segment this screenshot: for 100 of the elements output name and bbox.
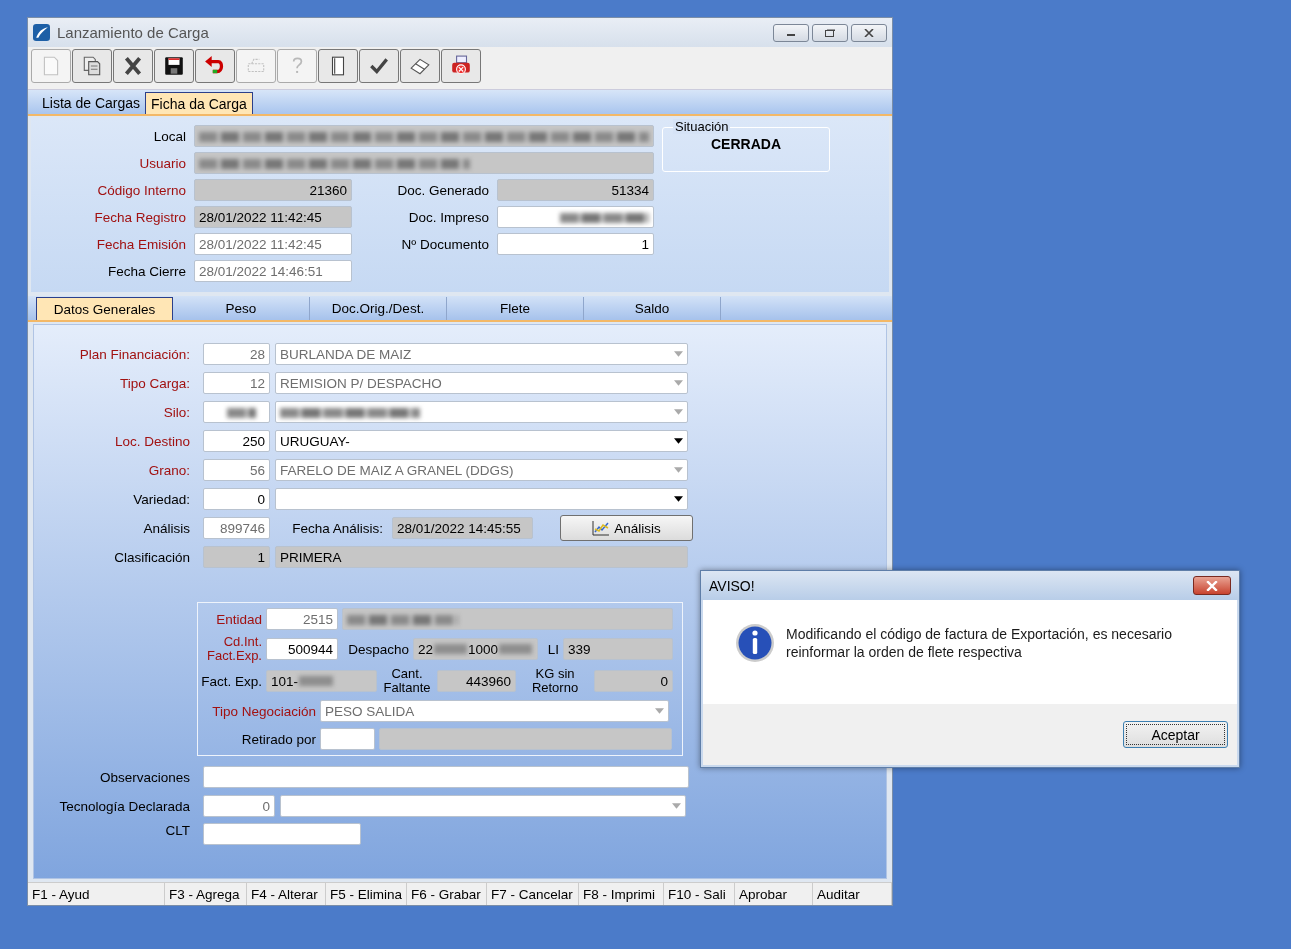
status-bar-item[interactable]: F6 - Grabar: [407, 883, 487, 905]
tab[interactable]: Lista de Cargas: [37, 92, 146, 114]
dropdown[interactable]: PESO SALIDA: [320, 700, 669, 722]
text-field[interactable]: 1: [497, 233, 654, 255]
app-icon: [33, 24, 50, 41]
caret-icon: [674, 409, 683, 415]
info-icon: [735, 623, 775, 663]
caret-icon: [674, 351, 683, 357]
text-field[interactable]: 443960: [437, 670, 516, 692]
text-field[interactable]: 339: [563, 638, 673, 660]
tab[interactable]: Saldo: [584, 297, 721, 320]
analysis-button[interactable]: Análisis: [560, 515, 693, 541]
code-field[interactable]: 0: [203, 488, 270, 510]
text-field[interactable]: [379, 728, 672, 750]
field-label: Doc. Impreso: [407, 209, 490, 225]
text-field[interactable]: [203, 766, 689, 788]
status-bar-item[interactable]: F8 - Imprimi: [579, 883, 664, 905]
field-label: Plan Financiación:: [78, 346, 191, 362]
floppy-icon: [163, 55, 185, 77]
status-bar-item[interactable]: Aprobar: [735, 883, 813, 905]
field-label: Tipo Negociación: [211, 703, 316, 719]
text-field[interactable]: 0: [594, 670, 673, 692]
toolbar-button[interactable]: [113, 49, 153, 83]
text-field[interactable]: 21360: [194, 179, 352, 201]
status-bar-item[interactable]: F7 - Cancelar: [487, 883, 579, 905]
field-label: Fecha Cierre: [106, 263, 187, 279]
field-label: Local: [152, 128, 187, 144]
code-field[interactable]: 250: [203, 430, 270, 452]
caret-icon: [674, 467, 683, 473]
field-label: Retirado por: [240, 731, 316, 747]
text-field[interactable]: 28/01/2022 11:42:45: [194, 233, 352, 255]
text-field[interactable]: [194, 152, 654, 174]
text-field[interactable]: [194, 125, 654, 147]
code-field[interactable]: 0: [203, 795, 275, 817]
tab[interactable]: Peso: [173, 297, 310, 320]
dropdown[interactable]: URUGUAY-: [275, 430, 688, 452]
text-field[interactable]: [203, 823, 361, 845]
code-field[interactable]: [320, 728, 375, 750]
toolbar-button[interactable]: [318, 49, 358, 83]
code-field[interactable]: [203, 401, 270, 423]
field-label: Clasificación: [113, 549, 191, 565]
field-label: Doc. Generado: [396, 182, 490, 198]
text-field[interactable]: 101-: [266, 670, 377, 692]
dialog-message: Modificando el código de factura de Exportación, es necesario reinformar la orden de flete respectiva: [786, 625, 1173, 661]
status-bar-item[interactable]: F3 - Agrega: [165, 883, 247, 905]
dropdown[interactable]: FARELO DE MAIZ A GRANEL (DDGS): [275, 459, 688, 481]
caret-icon: [655, 708, 664, 714]
code-field[interactable]: 28: [203, 343, 270, 365]
caret-icon: [672, 803, 681, 809]
field-label: Grano:: [147, 462, 191, 478]
dropdown[interactable]: BURLANDA DE MAIZ: [275, 343, 688, 365]
field-label: Tipo Carga:: [118, 375, 191, 391]
date-field[interactable]: 28/01/2022 14:45:55: [392, 517, 533, 539]
status-bar-item[interactable]: F10 - Sali: [664, 883, 735, 905]
text-field[interactable]: 28/01/2022 11:42:45: [194, 206, 352, 228]
toolbar-button[interactable]: [154, 49, 194, 83]
tab[interactable]: Doc.Orig./Dest.: [310, 297, 447, 320]
status-bar-item[interactable]: F4 - Alterar: [247, 883, 326, 905]
dropdown[interactable]: [275, 488, 688, 510]
accept-button[interactable]: Aceptar: [1123, 721, 1228, 748]
text-field[interactable]: 51334: [497, 179, 654, 201]
code-field[interactable]: 899746: [203, 517, 270, 539]
text-field[interactable]: 500944: [266, 638, 338, 660]
group-title: Situación: [673, 119, 731, 134]
text-field[interactable]: [497, 206, 654, 228]
field-label: Silo:: [162, 404, 191, 420]
field-label: Fecha Emisión: [95, 236, 187, 252]
restore-button[interactable]: [812, 23, 848, 42]
tab[interactable]: Datos Generales: [36, 297, 173, 320]
field-label: Fecha Análisis:: [291, 520, 384, 536]
status-bar-item[interactable]: Auditar: [813, 883, 892, 905]
dropdown[interactable]: [280, 795, 686, 817]
field-label: Loc. Destino: [113, 433, 191, 449]
field-label: Fecha Registro: [93, 209, 187, 225]
close-button[interactable]: [1193, 576, 1231, 595]
status-text: CERRADA: [711, 136, 781, 154]
text-field[interactable]: PRIMERA: [275, 546, 688, 568]
code-field[interactable]: 12: [203, 372, 270, 394]
field-label: Código Interno: [96, 182, 187, 198]
code-field[interactable]: 2515: [266, 608, 338, 630]
field-label: Análisis: [142, 520, 191, 536]
text-field[interactable]: 22 1000: [413, 638, 538, 660]
status-bar-item[interactable]: F1 - Ayud: [28, 883, 165, 905]
minimize-button[interactable]: [773, 23, 809, 42]
dropdown[interactable]: [275, 401, 688, 423]
text-field[interactable]: [342, 608, 673, 630]
dropdown[interactable]: REMISION P/ DESPACHO: [275, 372, 688, 394]
code-field[interactable]: 1: [203, 546, 270, 568]
status-bar-item[interactable]: F5 - Elimina: [326, 883, 407, 905]
close-icon: [863, 28, 875, 37]
checkmark-icon: [368, 55, 390, 77]
code-field[interactable]: 56: [203, 459, 270, 481]
tab[interactable]: Ficha da Carga: [145, 92, 253, 114]
tab[interactable]: Flete: [447, 297, 584, 320]
dialog-title: AVISO!: [709, 577, 755, 594]
documents-icon: [81, 55, 103, 77]
close-button[interactable]: [851, 23, 887, 42]
toolbar-button[interactable]: [359, 49, 399, 83]
text-field[interactable]: 28/01/2022 14:46:51: [194, 260, 352, 282]
field-label: Tecnología Declarada: [58, 798, 191, 814]
